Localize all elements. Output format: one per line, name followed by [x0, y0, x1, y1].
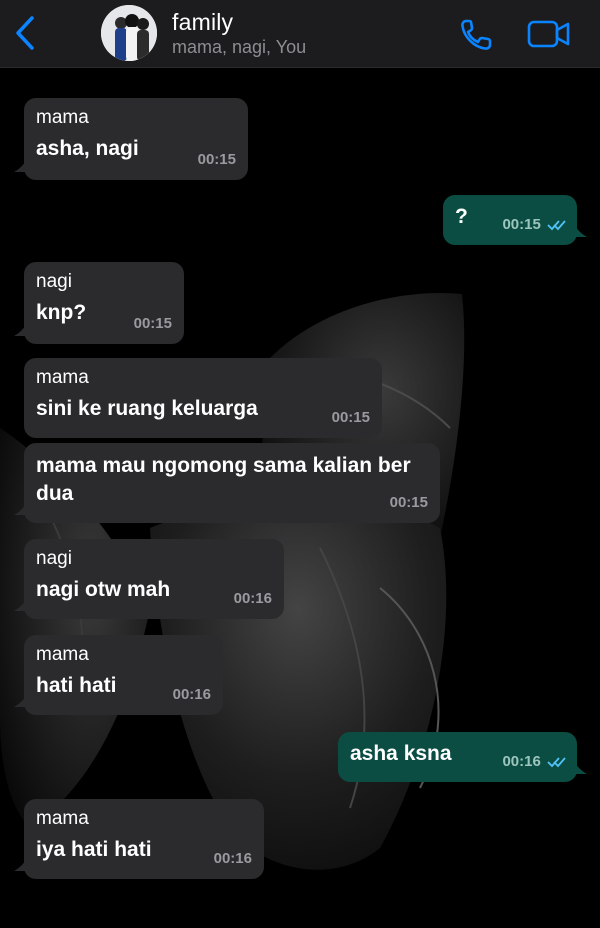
- chevron-left-icon: [16, 16, 34, 50]
- group-photo: [101, 5, 157, 61]
- bubble-tail: [14, 501, 28, 515]
- message-text: mama mau ngomong sama kalian ber dua: [36, 454, 411, 505]
- message-sender: mama: [36, 808, 89, 829]
- message-bubble[interactable]: ? 00:15: [443, 195, 587, 245]
- voice-call-button[interactable]: [458, 15, 496, 53]
- phone-icon: [461, 19, 492, 50]
- message-time: 00:16: [213, 850, 252, 867]
- video-camera-icon: [527, 20, 570, 48]
- message-time: 00:16: [172, 686, 211, 703]
- message-time: 00:16: [233, 590, 272, 607]
- bubble-tail: [14, 597, 28, 611]
- bubble-tail: [573, 223, 587, 237]
- bubble-tail: [14, 693, 28, 707]
- message-bubble[interactable]: asha ksna 00:16: [338, 732, 587, 782]
- bubble-tail: [14, 322, 28, 336]
- double-check-icon: [547, 220, 566, 231]
- message-text: sini ke ruang keluarga: [36, 397, 258, 420]
- chat-header: family mama, nagi, You: [0, 0, 600, 68]
- message-bubble[interactable]: mama asha, nagi 00:15: [14, 98, 248, 180]
- chat-members[interactable]: mama, nagi, You: [172, 37, 306, 58]
- message-time: 00:15: [331, 409, 370, 426]
- double-check-icon: [547, 757, 566, 768]
- bubble-tail: [14, 158, 28, 172]
- bubble-tail: [573, 760, 587, 774]
- message-time: 00:15: [389, 494, 428, 511]
- back-button[interactable]: [12, 14, 40, 52]
- group-avatar[interactable]: [101, 5, 157, 61]
- message-list[interactable]: mama asha, nagi 00:15 ? 00:15 nagi knp? …: [0, 68, 600, 928]
- message-sender: nagi: [36, 548, 72, 569]
- message-bubble[interactable]: mama mau ngomong sama kalian ber dua 00:…: [14, 443, 440, 523]
- message-bubble[interactable]: nagi nagi otw mah 00:16: [14, 539, 284, 619]
- message-bubble[interactable]: nagi knp? 00:15: [14, 262, 184, 344]
- message-sender: mama: [36, 367, 89, 388]
- message-sender: mama: [36, 644, 89, 665]
- message-time: 00:15: [197, 151, 236, 168]
- message-sender: mama: [36, 107, 89, 128]
- message-bubble[interactable]: mama iya hati hati 00:16: [14, 799, 264, 879]
- chat-title[interactable]: family: [172, 9, 233, 36]
- message-bubble[interactable]: mama hati hati 00:16: [14, 635, 223, 715]
- bubble-tail: [14, 857, 28, 871]
- video-call-button[interactable]: [526, 17, 572, 51]
- message-time: 00:15: [502, 216, 541, 233]
- message-bubble[interactable]: mama sini ke ruang keluarga 00:15: [24, 358, 382, 438]
- message-sender: nagi: [36, 271, 72, 292]
- message-meta: 00:16: [502, 748, 567, 776]
- message-meta: 00:15: [502, 211, 567, 239]
- message-time: 00:15: [133, 315, 172, 332]
- message-time: 00:16: [502, 753, 541, 770]
